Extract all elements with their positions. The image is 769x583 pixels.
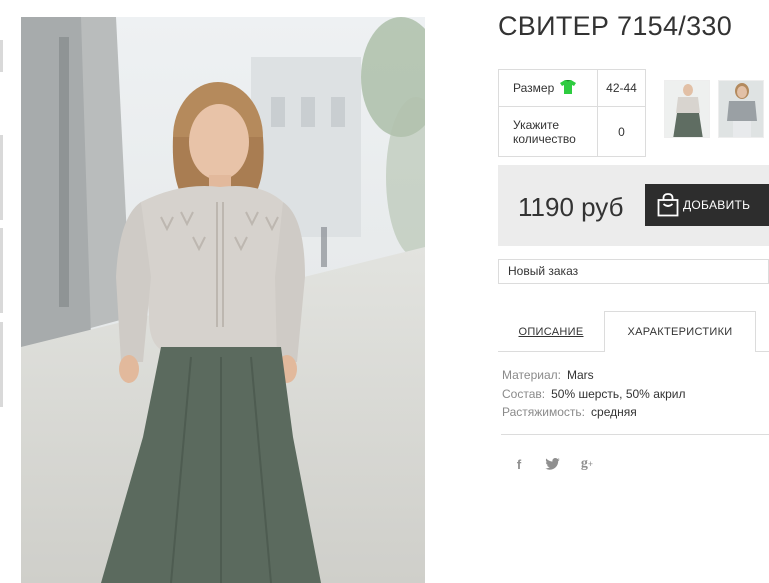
size-value[interactable]: 42-44: [597, 69, 646, 107]
spec-row: Растяжимость: средняя: [502, 403, 686, 422]
divider: [501, 434, 769, 435]
spec-value: 50% шерсть, 50% акрил: [551, 386, 686, 401]
spec-value: средняя: [591, 405, 637, 419]
options-table: Размер 42-44 Укажите количество 0: [498, 69, 646, 157]
size-chart-icon[interactable]: [560, 79, 577, 97]
spec-row: Материал: Mars: [502, 366, 686, 385]
tab-description[interactable]: ОПИСАНИЕ: [498, 311, 604, 352]
twitter-icon[interactable]: [543, 456, 561, 472]
facebook-icon[interactable]: f: [513, 456, 525, 472]
product-tabs: ОПИСАНИЕ ХАРАКТЕРИСТИКИ: [498, 311, 769, 352]
spec-row: Состав: 50% шерсть, 50% акрил: [502, 385, 686, 404]
quantity-label: Укажите количество: [498, 106, 598, 157]
price-box: 1190 руб ДОБАВИТЬ: [498, 165, 769, 246]
product-title: СВИТЕР 7154/330: [498, 11, 733, 41]
variant-thumbnail[interactable]: [664, 80, 710, 138]
thumbnail-edge[interactable]: [0, 322, 3, 407]
tabs-divider: [498, 351, 604, 352]
thumbnail-edge[interactable]: [0, 40, 3, 72]
thumbnail-edge[interactable]: [0, 135, 3, 220]
shopping-bag-icon: [657, 193, 679, 220]
specs-list: Материал: Mars Состав: 50% шерсть, 50% акр…: [502, 366, 686, 422]
spec-key: Материал:: [502, 368, 561, 382]
spec-key: Растяжимость:: [502, 405, 586, 419]
add-to-cart-label: ДОБАВИТЬ: [683, 198, 751, 212]
google-plus-icon[interactable]: g +: [577, 456, 597, 472]
price: 1190 руб: [518, 192, 624, 222]
spec-value: Mars: [566, 368, 594, 382]
size-label-cell: Размер: [498, 69, 598, 107]
quantity-input[interactable]: 0: [597, 106, 646, 157]
variant-thumbnail[interactable]: [718, 80, 764, 138]
spec-key: Состав:: [502, 386, 546, 401]
add-to-cart-button[interactable]: ДОБАВИТЬ: [645, 184, 769, 226]
tabs-divider: [756, 351, 769, 352]
order-select[interactable]: Новый заказ: [498, 259, 769, 284]
thumbnail-edge[interactable]: [0, 228, 3, 313]
main-product-photo[interactable]: [21, 17, 425, 583]
size-label: Размер: [513, 81, 555, 95]
tab-characteristics[interactable]: ХАРАКТЕРИСТИКИ: [604, 311, 756, 352]
